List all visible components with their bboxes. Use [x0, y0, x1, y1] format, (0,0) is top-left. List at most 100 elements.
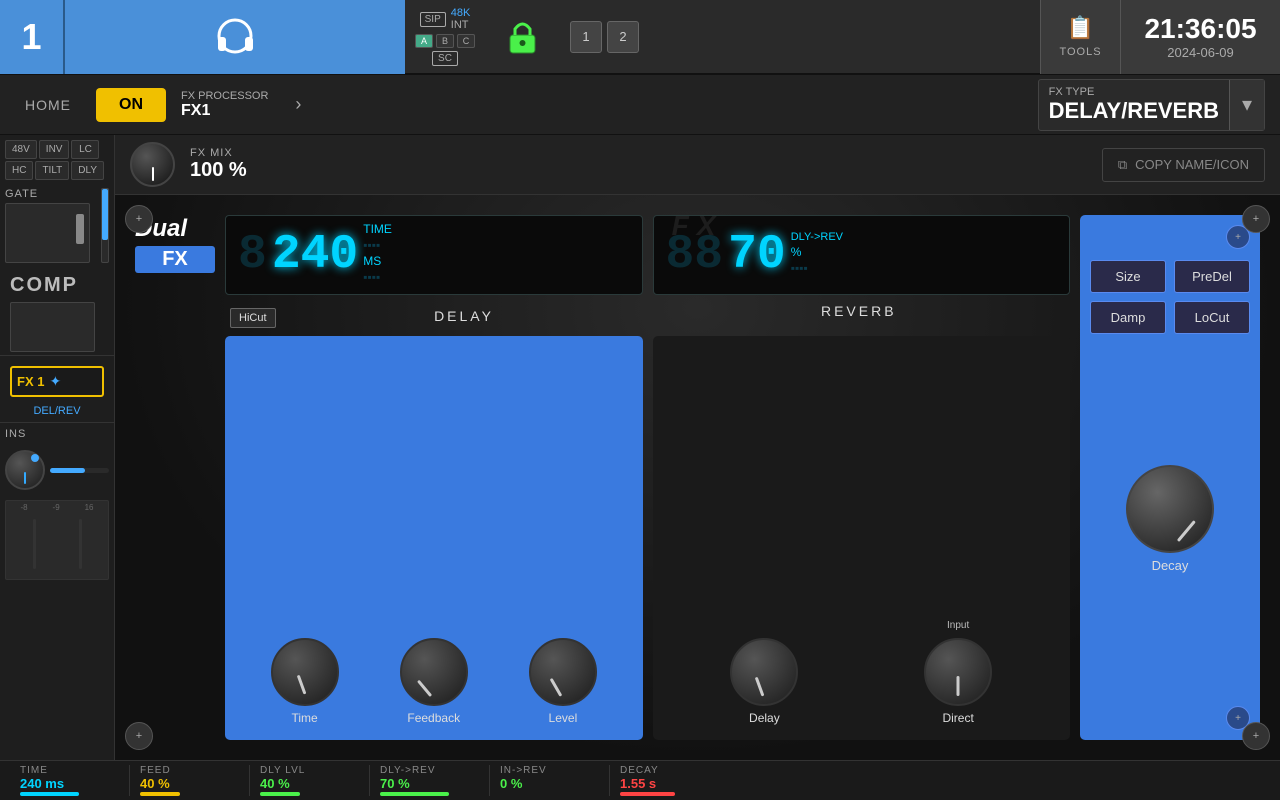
delay-value: 240	[272, 228, 358, 282]
channel-number[interactable]: 1	[0, 0, 65, 74]
delay-section-label: DELAY	[286, 308, 643, 324]
fx-type-block: FX TYPE DELAY/REVERB	[1049, 86, 1219, 124]
top-bar: 1 SIP 48K INT A B C SC 1 2	[0, 0, 1280, 75]
fx1-block[interactable]: FX 1 ✦	[10, 366, 104, 397]
status-label-inrev: IN->REV	[500, 765, 547, 776]
reverb-delay-knob[interactable]	[730, 638, 798, 706]
fx-next-arrow[interactable]: ›	[283, 85, 313, 125]
feedback-knob-label: Feedback	[407, 711, 460, 725]
status-label-dlylvl: DLY LVL	[260, 765, 305, 776]
fx-mix-text: FX MIX 100 %	[190, 147, 247, 182]
sip-btn-c[interactable]: C	[457, 34, 475, 48]
tools-icon: 📋	[1067, 15, 1094, 41]
status-value-decay: 1.55 s	[620, 776, 656, 791]
feedback-knob[interactable]	[400, 638, 468, 706]
sb-btn-lc[interactable]: LC	[71, 140, 99, 159]
reverb-knobs-area: Delay Input Direct	[653, 336, 1071, 740]
ch-btn-2[interactable]: 2	[607, 21, 639, 53]
reverb-ghost-bars: ▪▪▪▪	[791, 261, 843, 275]
fx-mix-label: FX MIX	[190, 147, 247, 159]
time-knob[interactable]	[271, 638, 339, 706]
status-value-feed: 40 %	[140, 776, 170, 791]
sb-btn-48v[interactable]: 48V	[5, 140, 37, 159]
status-value-dlyrev: 70 %	[380, 776, 410, 791]
delay-ghost-bars: ▪▪▪▪	[363, 238, 392, 252]
sip-btn-b[interactable]: B	[436, 34, 454, 48]
status-bar-dlyrev	[380, 792, 449, 796]
status-value-dlylvl: 40 %	[260, 776, 290, 791]
bottom-bar: TIME 240 ms FEED 40 % DLY LVL 40 % DLY->…	[0, 760, 1280, 800]
decay-knob[interactable]	[1126, 465, 1214, 553]
sip-block: SIP 48K INT A B C SC	[405, 2, 485, 71]
status-label-dlyrev: DLY->REV	[380, 765, 436, 776]
status-item-dlyrev: DLY->REV 70 %	[370, 765, 490, 796]
sb-btn-dly[interactable]: DLY	[71, 161, 104, 180]
reverb-pct-label: %	[791, 245, 843, 259]
status-bar-time	[20, 792, 79, 796]
ins-label[interactable]: INS	[0, 422, 114, 445]
sb-btn-hc[interactable]: HC	[5, 161, 33, 180]
level-knob-label: Level	[549, 711, 578, 725]
fx-mix-knob[interactable]	[130, 142, 175, 187]
displays-row: 8 240 TIME ▪▪▪▪ MS ▪▪▪▪ 88 70	[225, 215, 1070, 295]
channel-icon-area	[65, 0, 405, 74]
right-panel-bottom: +	[1090, 706, 1250, 730]
decay-knob-label: Decay	[1152, 558, 1189, 573]
status-value-time: 240 ms	[20, 776, 64, 791]
delay-unit-ghost: ▪▪▪▪	[363, 270, 392, 284]
home-button[interactable]: HOME	[15, 92, 81, 118]
input-label: Input	[947, 620, 969, 631]
on-button[interactable]: ON	[96, 88, 166, 122]
sb-btn-inv[interactable]: INV	[39, 140, 70, 159]
time-knob-label: Time	[291, 711, 317, 725]
param-row-2: Damp LoCut	[1090, 301, 1250, 334]
level-knob[interactable]	[529, 638, 597, 706]
comp-fader[interactable]	[10, 302, 95, 352]
main-fx-area: FX MIX 100 % ⧉ COPY NAME/ICON + + + + FX…	[115, 135, 1280, 760]
right-panel-top: +	[1090, 225, 1250, 249]
reverb-delay-knob-label: Delay	[749, 711, 780, 725]
input-knob[interactable]	[924, 638, 992, 706]
fx1-label: FX 1	[17, 374, 44, 389]
decay-knob-area: Decay	[1090, 342, 1250, 695]
status-bar-feed	[140, 792, 180, 796]
hicut-button[interactable]: HiCut	[230, 308, 276, 328]
knob-group-input: Input Direct	[924, 620, 992, 725]
damp-button[interactable]: Damp	[1090, 301, 1166, 334]
clock-date: 2024-06-09	[1167, 45, 1234, 60]
copy-icon: ⧉	[1118, 157, 1127, 173]
knob-group-delay: Delay	[730, 638, 798, 725]
ch-btn-1[interactable]: 1	[570, 21, 602, 53]
reverb-value: 70	[728, 228, 786, 282]
tools-button[interactable]: 📋 TOOLS	[1040, 0, 1120, 74]
sidebar-filter-buttons: 48V INV LC HC TILT DLY	[0, 135, 114, 185]
gate-label: GATE	[5, 188, 98, 200]
predel-button[interactable]: PreDel	[1174, 260, 1250, 293]
gate-fader-thumb	[76, 214, 84, 244]
copy-name-button[interactable]: ⧉ COPY NAME/ICON	[1102, 148, 1265, 182]
sip-label: SIP	[420, 12, 446, 27]
clock-block: 21:36:05 2024-06-09	[1120, 0, 1280, 74]
reverb-route-label: DLY->REV	[791, 231, 843, 243]
delay-ghost-digit: 8	[238, 231, 267, 279]
fx1-sub-label: DEL/REV	[5, 405, 109, 417]
locut-button[interactable]: LoCut	[1174, 301, 1250, 334]
gate-fader[interactable]	[5, 203, 90, 263]
fx-type-dropdown[interactable]: ▾	[1229, 80, 1264, 130]
right-panel: + Size PreDel Damp LoCut Decay	[1080, 215, 1260, 740]
fx-inner: Dual FX 8 240 TIME ▪▪▪▪ MS	[115, 195, 1280, 760]
size-button[interactable]: Size	[1090, 260, 1166, 293]
screw-tr: +	[1242, 205, 1270, 233]
left-sidebar: 48V INV LC HC TILT DLY GATE COMP FX 1 ✦ …	[0, 135, 115, 800]
sip-btn-a[interactable]: A	[415, 34, 433, 48]
channel-volume-knob[interactable]	[5, 450, 45, 490]
fader-numbers: -8-916	[6, 501, 108, 514]
sb-btn-tilt[interactable]: TILT	[35, 161, 69, 180]
copy-name-label: COPY NAME/ICON	[1135, 157, 1249, 172]
fx-type-container: FX TYPE DELAY/REVERB ▾	[1038, 79, 1265, 131]
lock-button[interactable]	[495, 9, 550, 64]
status-label-decay: DECAY	[620, 765, 659, 776]
sip-sc: SC	[432, 51, 458, 66]
fx1-star-icon: ✦	[49, 373, 61, 390]
volume-fader[interactable]: -8-916	[5, 500, 109, 580]
